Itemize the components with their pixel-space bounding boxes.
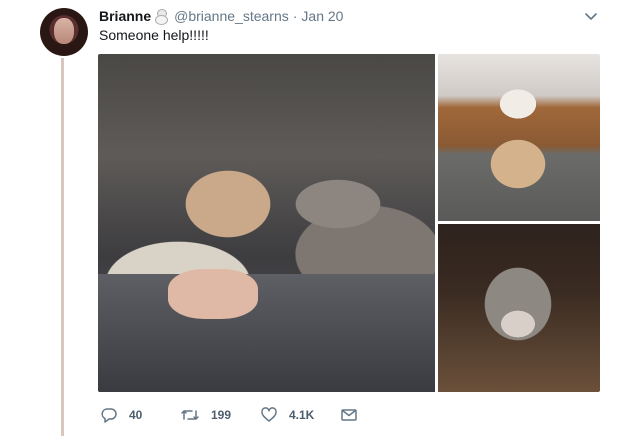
photo-puppies-on-lap[interactable] <box>98 54 435 392</box>
thread-line <box>61 58 64 436</box>
reply-button[interactable]: 40 <box>100 406 180 424</box>
like-count: 4.1K <box>289 408 315 422</box>
tweet-header: Brianne @brianne_stearns · Jan 20 <box>99 7 343 25</box>
chevron-down-icon[interactable] <box>583 8 599 24</box>
direct-message-button[interactable] <box>340 406 358 424</box>
photo-blanket <box>98 274 435 392</box>
tweet-actions: 40 199 4.1K <box>100 405 358 425</box>
display-name[interactable]: Brianne <box>99 8 151 24</box>
envelope-icon <box>340 406 358 424</box>
photo-tan-puppy[interactable] <box>438 54 600 221</box>
retweet-count: 199 <box>211 408 232 422</box>
retweet-button[interactable]: 199 <box>180 406 260 424</box>
media-grid <box>98 54 600 392</box>
avatar-face <box>54 18 74 44</box>
retweet-icon <box>180 406 200 424</box>
user-handle[interactable]: @brianne_stearns <box>174 8 289 24</box>
photo-grey-puppy[interactable] <box>438 224 600 392</box>
avatar[interactable] <box>40 8 88 56</box>
separator-dot: · <box>292 8 298 24</box>
heart-icon <box>260 406 278 424</box>
tweet-text: Someone help!!!!! <box>99 27 209 43</box>
like-button[interactable]: 4.1K <box>260 406 340 424</box>
tweet-date[interactable]: Jan 20 <box>301 8 343 24</box>
reply-icon <box>100 406 118 424</box>
photo-arm <box>168 269 258 319</box>
reply-count: 40 <box>129 408 143 422</box>
snowman-emoji-icon <box>154 9 169 25</box>
